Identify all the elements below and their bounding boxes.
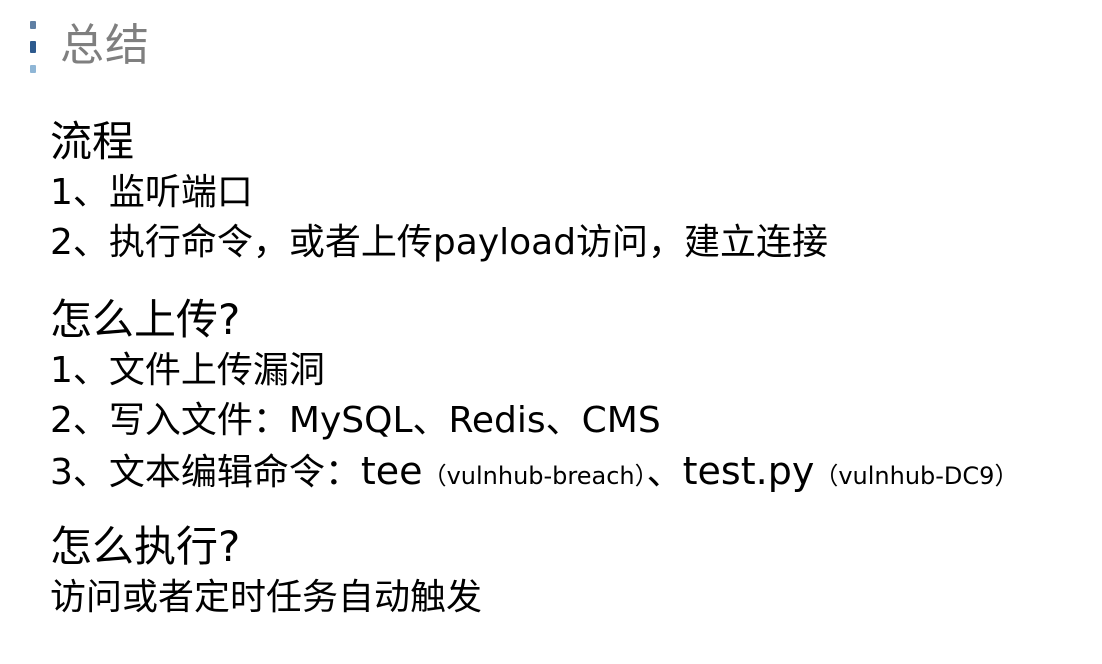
command-tee: tee <box>360 449 423 493</box>
list-item-prefix: 3、文本编辑命令： <box>50 452 361 493</box>
title-bullet-icon <box>26 21 40 73</box>
list-item: 1、文件上传漏洞 <box>50 350 325 391</box>
slide-title: 总结 <box>60 20 150 71</box>
section-upload: 怎么上传? 1、文件上传漏洞 2、写入文件：MySQL、Redis、CMS 3、… <box>50 294 1090 501</box>
list-item: 2、执行命令，或者上传payload访问，建立连接 <box>50 222 829 263</box>
separator: 、 <box>646 452 683 493</box>
section-execute: 怎么执行? 访问或者定时任务自动触发 <box>50 521 1090 623</box>
section-heading: 流程 <box>50 117 135 166</box>
section-heading: 怎么上传? <box>50 295 241 344</box>
command-test-py: test.py <box>682 449 815 493</box>
section-heading: 怎么执行? <box>50 522 241 571</box>
note-vulnhub-dc9: （vulnhub-DC9） <box>814 462 1019 490</box>
note-vulnhub-breach: （vulnhub-breach） <box>422 462 647 490</box>
slide-body: 流程 1、监听端口 2、执行命令，或者上传payload访问，建立连接 怎么上传… <box>50 116 1090 623</box>
list-item: 2、写入文件：MySQL、Redis、CMS <box>50 400 661 441</box>
slide-title-bar: 总结 <box>26 18 150 74</box>
list-item: 1、监听端口 <box>50 172 253 213</box>
list-item: 访问或者定时任务自动触发 <box>50 577 483 618</box>
section-process: 流程 1、监听端口 2、执行命令，或者上传payload访问，建立连接 <box>50 116 1090 268</box>
list-item-text-edit-commands: 3、文本编辑命令：tee（vulnhub-breach）、test.py（vul… <box>50 446 1090 501</box>
